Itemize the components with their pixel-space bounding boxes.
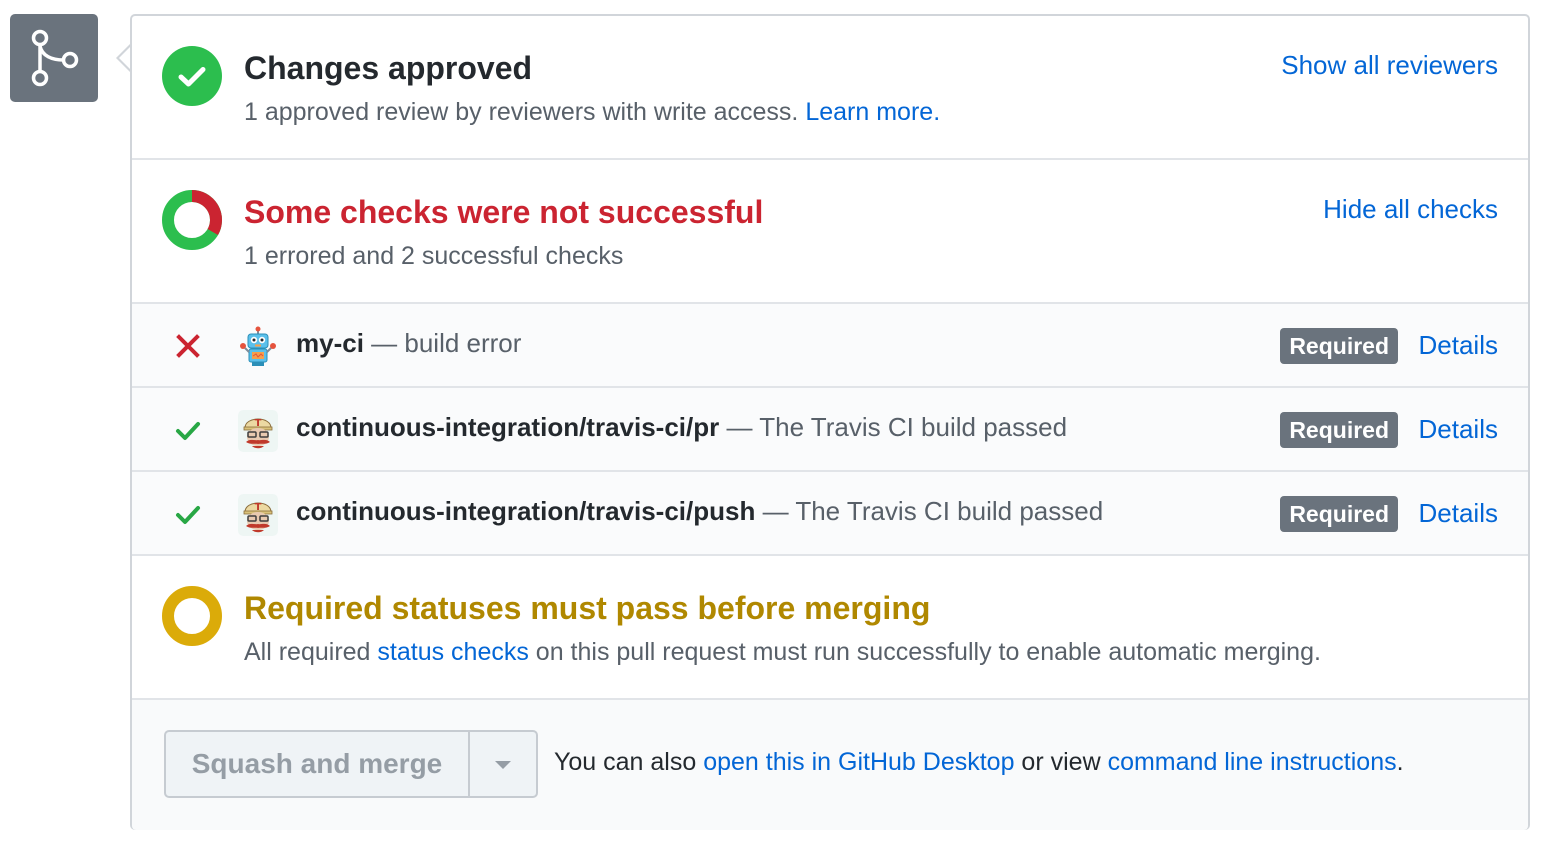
check-text: continuous-integration/travis-ci/pr — Th… bbox=[296, 412, 1067, 443]
approval-section: Changes approved 1 approved review by re… bbox=[132, 16, 1528, 160]
details-link[interactable]: Details bbox=[1419, 330, 1498, 361]
check-description: The Travis CI build passed bbox=[759, 412, 1068, 442]
pending-circle-icon bbox=[162, 586, 222, 646]
required-statuses-subtitle: All required status checks on this pull … bbox=[244, 638, 1321, 667]
required-sub-suffix: on this pull request must run successful… bbox=[528, 638, 1321, 666]
check-icon bbox=[176, 506, 200, 524]
checks-summary-title: Some checks were not successful bbox=[244, 194, 764, 230]
check-icon bbox=[176, 422, 200, 440]
required-statuses-section: Required statuses must pass before mergi… bbox=[132, 556, 1528, 700]
check-list: my-ci — build error Required Details T c… bbox=[132, 304, 1528, 556]
required-sub-prefix: All required bbox=[244, 638, 378, 666]
hide-all-checks-link[interactable]: Hide all checks bbox=[1323, 194, 1498, 225]
approval-title: Changes approved bbox=[244, 50, 533, 86]
merge-status-panel: Changes approved 1 approved review by re… bbox=[130, 14, 1530, 830]
merge-button-group: Squash and merge bbox=[164, 730, 538, 798]
required-statuses-title: Required statuses must pass before mergi… bbox=[244, 590, 931, 626]
check-name: my-ci bbox=[296, 328, 364, 358]
travis-ci-avatar: T bbox=[238, 410, 278, 452]
merge-status-icon-box bbox=[10, 14, 98, 102]
merge-alternatives-note: You can also open this in GitHub Desktop… bbox=[554, 748, 1404, 777]
donut-status-icon bbox=[162, 190, 222, 250]
approval-subtitle-text: 1 approved review by reviewers with writ… bbox=[244, 98, 799, 126]
caret-down-icon bbox=[495, 761, 511, 769]
details-link[interactable]: Details bbox=[1419, 414, 1498, 445]
check-separator: — bbox=[719, 412, 760, 442]
check-description: build error bbox=[404, 328, 522, 358]
check-separator: — bbox=[755, 496, 796, 526]
note-middle: or view bbox=[1014, 748, 1108, 776]
status-checks-link[interactable]: status checks bbox=[377, 638, 528, 666]
approval-subtitle: 1 approved review by reviewers with writ… bbox=[244, 98, 940, 127]
check-text: continuous-integration/travis-ci/push — … bbox=[296, 496, 1103, 527]
learn-more-link[interactable]: Learn more. bbox=[805, 98, 940, 126]
squash-and-merge-button[interactable]: Squash and merge bbox=[166, 732, 470, 796]
check-separator: — bbox=[363, 328, 405, 358]
donut-error-segment bbox=[191, 190, 222, 235]
check-row: T continuous-integration/travis-ci/pr — … bbox=[132, 388, 1528, 472]
merge-method-dropdown[interactable] bbox=[470, 732, 536, 796]
check-name: continuous-integration/travis-ci/push bbox=[296, 496, 756, 526]
show-all-reviewers-link[interactable]: Show all reviewers bbox=[1281, 50, 1498, 81]
x-icon bbox=[176, 334, 200, 358]
check-row: my-ci — build error Required Details bbox=[132, 304, 1528, 388]
details-link[interactable]: Details bbox=[1419, 498, 1498, 529]
required-badge: Required bbox=[1280, 328, 1398, 364]
check-text: my-ci — build error bbox=[296, 328, 521, 359]
check-circle-icon bbox=[162, 46, 222, 106]
checks-summary-section: Some checks were not successful 1 errore… bbox=[132, 160, 1528, 304]
git-merge-icon bbox=[31, 29, 79, 87]
travis-ci-avatar: T bbox=[238, 494, 278, 536]
open-in-desktop-link[interactable]: open this in GitHub Desktop bbox=[703, 748, 1014, 776]
merge-section: Squash and merge You can also open this … bbox=[132, 700, 1528, 830]
check-row: T continuous-integration/travis-ci/push … bbox=[132, 472, 1528, 556]
checks-summary-subtitle: 1 errored and 2 successful checks bbox=[244, 242, 624, 270]
check-name: continuous-integration/travis-ci/pr bbox=[296, 412, 720, 442]
robot-avatar bbox=[240, 326, 276, 366]
note-prefix: You can also bbox=[554, 748, 704, 776]
svg-text:T: T bbox=[255, 502, 262, 513]
svg-text:T: T bbox=[255, 418, 262, 429]
required-badge: Required bbox=[1280, 496, 1398, 532]
command-line-instructions-link[interactable]: command line instructions bbox=[1108, 748, 1397, 776]
required-badge: Required bbox=[1280, 412, 1398, 448]
note-suffix: . bbox=[1396, 748, 1404, 776]
check-description: The Travis CI build passed bbox=[795, 496, 1104, 526]
